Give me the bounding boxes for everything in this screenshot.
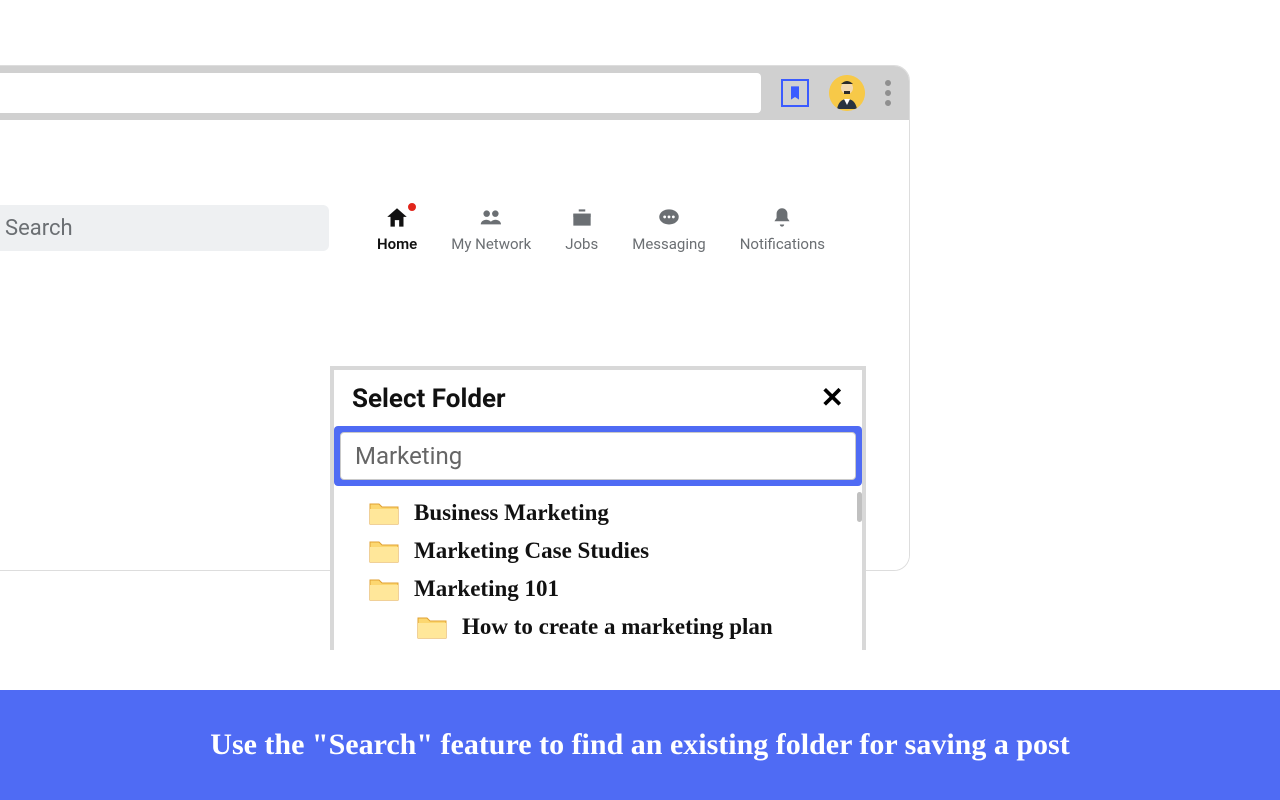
folder-name: Business Marketing (414, 500, 609, 526)
home-icon (382, 205, 412, 231)
folder-search-input[interactable] (340, 432, 856, 480)
caption-banner: Use the "Search" feature to find an exis… (0, 690, 1280, 800)
site-header: Search Home My Network (0, 205, 909, 253)
folder-item[interactable]: Business Marketing (334, 494, 862, 532)
search-placeholder: Search (5, 216, 73, 241)
nav-messaging[interactable]: Messaging (632, 205, 705, 253)
nav-label: Notifications (740, 235, 825, 253)
search-input[interactable]: Search (0, 205, 329, 251)
nav-label: Messaging (632, 235, 705, 253)
nav-jobs[interactable]: Jobs (565, 205, 598, 253)
folder-name: Marketing Case Studies (414, 538, 649, 564)
folder-icon (416, 614, 448, 640)
folder-item[interactable]: Marketing 101 (334, 570, 862, 608)
nav-label: Home (377, 235, 417, 253)
address-bar[interactable] (0, 73, 761, 113)
people-icon (476, 205, 506, 231)
folder-icon (368, 500, 400, 526)
nav-label: My Network (451, 235, 531, 253)
folder-item[interactable]: Marketing Case Studies (334, 532, 862, 570)
select-folder-modal: Select Folder ✕ Business Marketing Marke… (330, 366, 866, 650)
briefcase-icon (567, 205, 597, 231)
chat-icon (654, 205, 684, 231)
browser-toolbar (0, 66, 909, 120)
bookmark-icon[interactable] (781, 79, 809, 107)
folder-icon (368, 538, 400, 564)
more-menu-icon[interactable] (885, 80, 891, 106)
folder-icon (368, 576, 400, 602)
close-icon[interactable]: ✕ (821, 385, 844, 413)
folder-item-child[interactable]: How to create a marketing plan (334, 608, 862, 646)
nav-home[interactable]: Home (377, 205, 417, 253)
folder-name: Marketing 101 (414, 576, 559, 602)
modal-title: Select Folder (352, 384, 506, 414)
bell-icon (767, 205, 797, 231)
folder-list: Business Marketing Marketing Case Studie… (334, 486, 862, 650)
notification-dot (406, 201, 418, 213)
nav-notifications[interactable]: Notifications (740, 205, 825, 253)
nav-items: Home My Network Jobs (377, 205, 825, 253)
caption-text: Use the "Search" feature to find an exis… (210, 728, 1069, 762)
avatar[interactable] (829, 75, 865, 111)
search-highlight (334, 426, 862, 486)
nav-my-network[interactable]: My Network (451, 205, 531, 253)
folder-name: How to create a marketing plan (462, 614, 773, 640)
nav-label: Jobs (565, 235, 598, 253)
